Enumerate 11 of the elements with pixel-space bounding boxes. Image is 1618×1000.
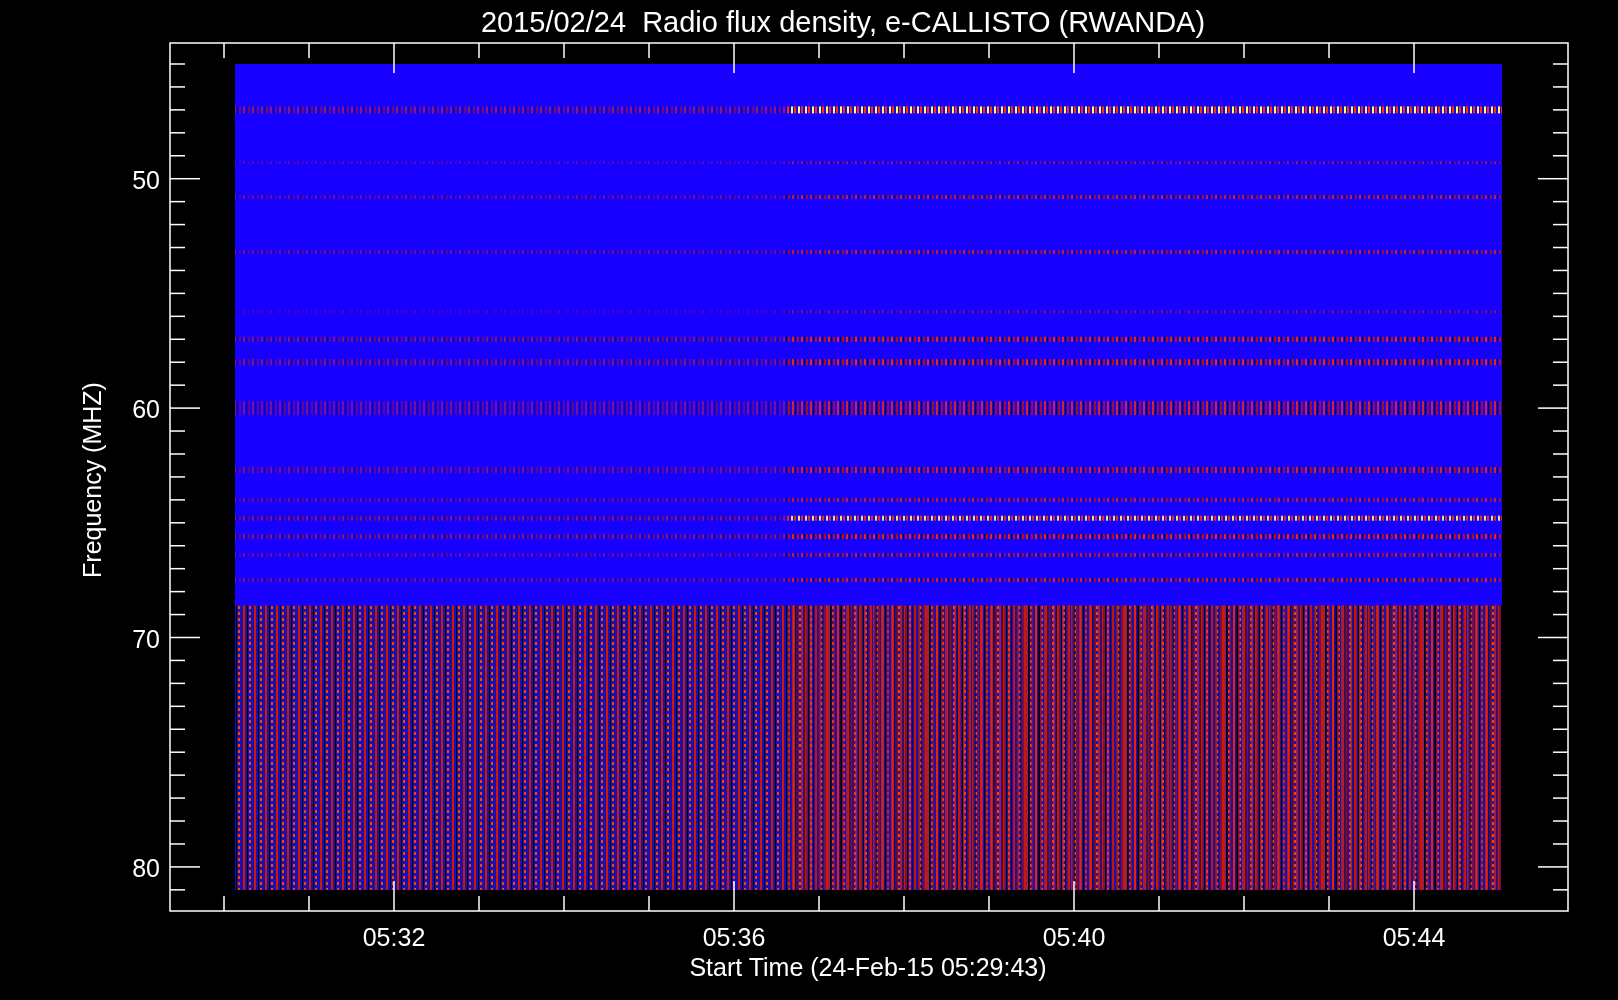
x-tick-label: 05:40 xyxy=(1042,923,1106,951)
x-tick-label: 05:36 xyxy=(702,923,766,951)
x-tick-label: 05:32 xyxy=(362,923,426,951)
y-tick-label: 80 xyxy=(132,853,160,882)
y-axis-label: Frequency (MHZ) xyxy=(78,382,106,578)
x-tick-label: 05:44 xyxy=(1382,923,1446,951)
chart-title: 2015/02/24 Radio flux density, e-CALLISTO (RWANDA) xyxy=(480,6,1206,38)
y-tick-label: 60 xyxy=(132,395,160,424)
y-tick-label: 50 xyxy=(132,165,160,194)
x-axis-label: Start Time (24-Feb-15 05:29:43) xyxy=(689,953,1047,981)
y-tick-label: 70 xyxy=(132,624,160,653)
